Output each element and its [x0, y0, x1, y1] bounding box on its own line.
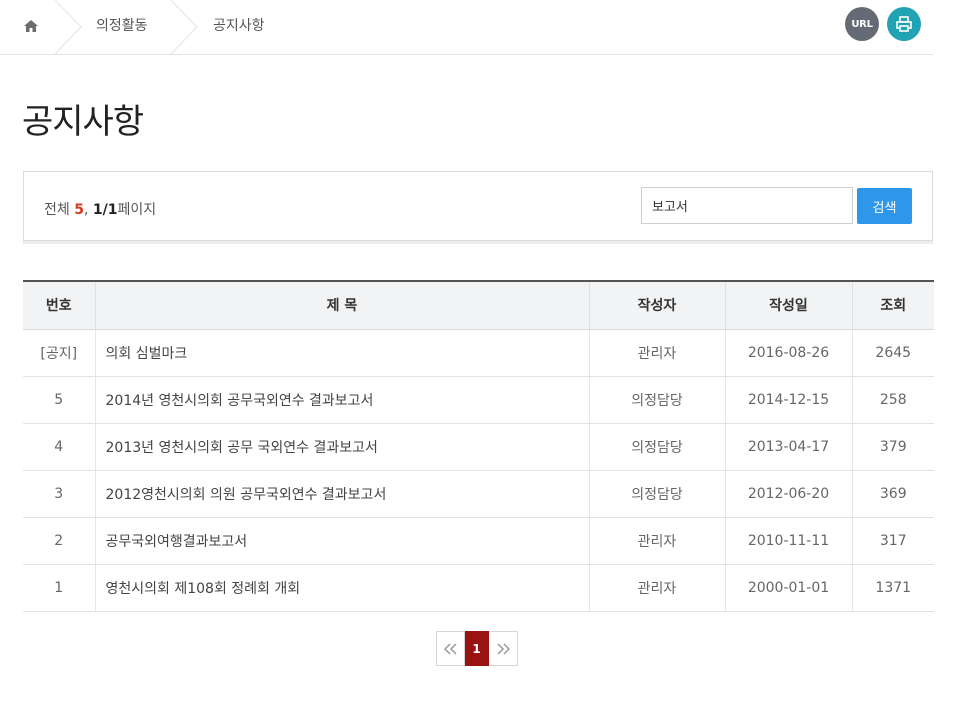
table-row: 1 영천시의회 제108회 정례회 개회 관리자 2000-01-01 1371: [23, 564, 934, 612]
row-number: 5: [23, 376, 95, 424]
double-chevron-right-icon: [497, 642, 510, 655]
table-header-row: 번호 제 목 작성자 작성일 조회: [23, 280, 934, 330]
table-row: [공지] 의회 심벌마크 관리자 2016-08-26 2645: [23, 329, 934, 377]
total-count: 5: [74, 202, 84, 218]
row-author: 의정담당: [588, 376, 725, 424]
row-date: 2016-08-26: [724, 329, 852, 377]
row-number: 2: [23, 517, 95, 565]
row-views: 1371: [851, 564, 934, 612]
notice-table: 번호 제 목 작성자 작성일 조회 [공지] 의회 심벌마크 관리자 2016-…: [23, 280, 934, 612]
row-date: 2010-11-11: [724, 517, 852, 565]
breadcrumb: 의정활동 공지사항 URL: [0, 0, 933, 55]
row-date: 2014-12-15: [724, 376, 852, 424]
row-title-cell: 영천시의회 제108회 정례회 개회: [94, 564, 589, 612]
page-number-current[interactable]: 1: [465, 631, 489, 666]
breadcrumb-item-council-activity[interactable]: 의정활동: [96, 15, 148, 35]
row-title-link[interactable]: 2014년 영천시의회 공무국외연수 결과보고서: [106, 393, 374, 409]
row-date: 2013-04-17: [724, 423, 852, 471]
next-page-button[interactable]: [489, 631, 518, 666]
print-button[interactable]: [887, 7, 921, 41]
prev-page-button[interactable]: [436, 631, 465, 666]
row-title-cell: 2013년 영천시의회 공무 국외연수 결과보고서: [94, 423, 589, 471]
row-number: [공지]: [23, 329, 95, 377]
table-row: 3 2012영천시의회 의원 공무국외연수 결과보고서 의정담당 2012-06…: [23, 470, 934, 518]
row-title-link[interactable]: 2013년 영천시의회 공무 국외연수 결과보고서: [106, 440, 378, 456]
breadcrumb-separator-icon: [54, 0, 82, 54]
column-header-views: 조회: [851, 280, 934, 330]
row-title-link[interactable]: 공무국외여행결과보고서: [106, 534, 248, 550]
search-panel: 전체 5, 1/1페이지 검색: [23, 171, 933, 241]
search-input[interactable]: [641, 187, 853, 224]
url-copy-button[interactable]: URL: [845, 7, 879, 41]
row-author: 관리자: [588, 564, 725, 612]
row-author: 의정담당: [588, 470, 725, 518]
column-header-date: 작성일: [724, 280, 852, 330]
row-views: 317: [851, 517, 934, 565]
table-row: 4 2013년 영천시의회 공무 국외연수 결과보고서 의정담당 2013-04…: [23, 423, 934, 471]
row-author: 의정담당: [588, 423, 725, 471]
breadcrumb-separator-icon: [170, 0, 198, 54]
row-title-link[interactable]: 2012영천시의회 의원 공무국외연수 결과보고서: [106, 487, 387, 503]
row-author: 관리자: [588, 517, 725, 565]
breadcrumb-item-notice[interactable]: 공지사항: [213, 15, 265, 35]
column-header-number: 번호: [23, 280, 95, 330]
row-views: 379: [851, 423, 934, 471]
row-title-cell: 의회 심벌마크: [94, 329, 589, 377]
table-row: 5 2014년 영천시의회 공무국외연수 결과보고서 의정담당 2014-12-…: [23, 376, 934, 424]
row-views: 2645: [851, 329, 934, 377]
total-count-info: 전체 5, 1/1페이지: [44, 199, 156, 219]
page-info: 1/1: [92, 202, 118, 218]
column-header-title: 제 목: [94, 280, 589, 330]
print-icon: [896, 16, 912, 32]
search-button[interactable]: 검색: [857, 188, 912, 224]
row-title-cell: 2014년 영천시의회 공무국외연수 결과보고서: [94, 376, 589, 424]
row-title-cell: 2012영천시의회 의원 공무국외연수 결과보고서: [94, 470, 589, 518]
double-chevron-left-icon: [443, 642, 457, 655]
page-suffix: 페이지: [117, 202, 157, 218]
home-icon[interactable]: [22, 17, 40, 35]
row-number: 1: [23, 564, 95, 612]
total-prefix: 전체: [44, 202, 75, 218]
row-date: 2000-01-01: [724, 564, 852, 612]
pagination: 1: [436, 631, 518, 666]
row-views: 258: [851, 376, 934, 424]
row-title-cell: 공무국외여행결과보고서: [94, 517, 589, 565]
page-title: 공지사항: [22, 102, 144, 142]
row-title-link[interactable]: 영천시의회 제108회 정례회 개회: [106, 581, 301, 597]
column-header-author: 작성자: [588, 280, 725, 330]
row-title-link[interactable]: 의회 심벌마크: [106, 346, 188, 362]
total-separator: ,: [83, 202, 93, 218]
row-author: 관리자: [588, 329, 725, 377]
row-views: 369: [851, 470, 934, 518]
row-number: 4: [23, 423, 95, 471]
row-date: 2012-06-20: [724, 470, 852, 518]
row-number: 3: [23, 470, 95, 518]
table-row: 2 공무국외여행결과보고서 관리자 2010-11-11 317: [23, 517, 934, 565]
